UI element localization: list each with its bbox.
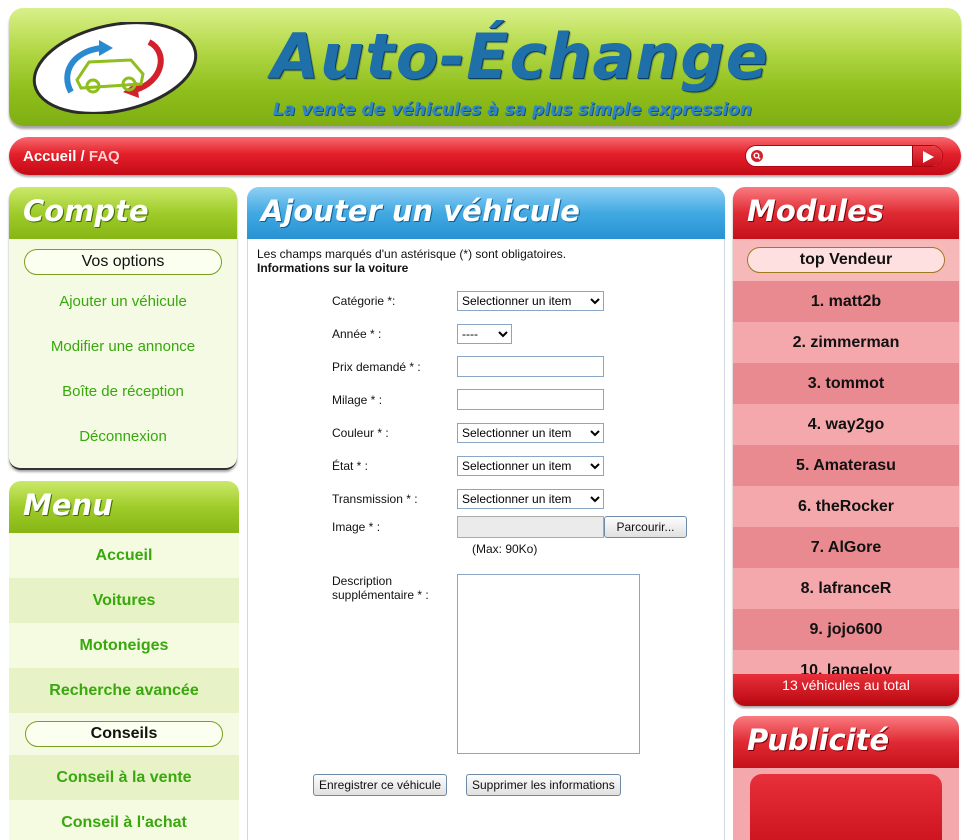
search-submit-button[interactable] [912, 146, 942, 166]
condition-select[interactable]: Selectionner un item [457, 456, 604, 476]
logout-link[interactable]: Déconnexion [9, 414, 237, 459]
menu-item-advanced-search[interactable]: Recherche avancée [9, 668, 239, 713]
category-select[interactable]: Selectionner un item [457, 291, 604, 311]
site-tagline: La vente de véhicules à sa plus simple e… [273, 100, 752, 120]
browse-button[interactable]: Parcourir... [604, 516, 687, 538]
arrow-right-icon [923, 151, 934, 163]
top-seller-label: top Vendeur [747, 247, 945, 273]
account-panel-title: Compte [9, 187, 237, 239]
seller-row[interactable]: 3. tommot [733, 363, 959, 404]
modules-panel-title: Modules [733, 187, 959, 239]
menu-panel-title: Menu [9, 481, 239, 533]
mileage-input[interactable] [457, 389, 604, 410]
menu-item-snowmobiles[interactable]: Motoneiges [9, 623, 239, 668]
nav-bar: Accueil / FAQ [9, 137, 961, 175]
inbox-link[interactable]: Boîte de réception [9, 369, 237, 414]
year-label: Année * : [332, 327, 382, 341]
seller-row[interactable]: 5. Amaterasu [733, 445, 959, 486]
year-select[interactable]: ---- [457, 324, 512, 344]
breadcrumb: Accueil / FAQ [23, 148, 120, 165]
menu-panel: Menu Accueil Voitures Motoneiges Recherc… [9, 481, 239, 840]
ad-panel: Publicité [733, 716, 959, 840]
search-input[interactable] [768, 148, 908, 164]
conseils-label: Conseils [25, 721, 223, 747]
breadcrumb-separator: / [80, 148, 85, 165]
transmission-label: Transmission * : [332, 492, 418, 506]
seller-row[interactable]: 6. theRocker [733, 486, 959, 527]
ad-banner[interactable] [750, 774, 942, 840]
save-vehicle-button[interactable]: Enregistrer ce véhicule [313, 774, 448, 796]
add-vehicle-panel: Ajouter un véhicule Les champs marqués d… [247, 187, 725, 840]
image-label: Image * : [332, 520, 381, 534]
seller-row[interactable]: 4. way2go [733, 404, 959, 445]
image-file-input[interactable] [457, 516, 604, 538]
color-select[interactable]: Selectionner un item [457, 423, 604, 443]
ad-panel-title: Publicité [733, 716, 959, 768]
site-header: Auto-Échange La vente de véhicules à sa … [9, 8, 961, 126]
account-panel: Compte Vos options Ajouter un véhicule M… [9, 187, 237, 470]
mileage-label: Milage * : [332, 393, 383, 407]
options-label: Vos options [24, 249, 222, 275]
menu-item-selling-advice[interactable]: Conseil à la vente [9, 755, 239, 800]
conseils-header: Conseils [9, 713, 239, 755]
seller-row[interactable]: 7. AlGore [733, 527, 959, 568]
breadcrumb-faq-link[interactable]: FAQ [89, 148, 120, 165]
color-label: Couleur * : [332, 426, 389, 440]
description-label: Description supplémentaire * : [332, 574, 429, 602]
site-brand: Auto-Échange [271, 20, 769, 93]
modules-panel: Modules top Vendeur 1. matt2b 2. zimmerm… [733, 187, 959, 706]
menu-item-buying-advice[interactable]: Conseil à l'achat [9, 800, 239, 840]
menu-item-home[interactable]: Accueil [9, 533, 239, 578]
seller-row[interactable]: 1. matt2b [733, 281, 959, 322]
edit-listing-link[interactable]: Modifier une annonce [9, 324, 237, 369]
transmission-select[interactable]: Selectionner un item [457, 489, 604, 509]
price-label: Prix demandé * : [332, 360, 421, 374]
add-vehicle-title: Ajouter un véhicule [247, 187, 725, 239]
category-label: Catégorie *: [332, 294, 396, 308]
menu-item-cars[interactable]: Voitures [9, 578, 239, 623]
condition-label: État * : [332, 459, 369, 473]
search-box [745, 145, 943, 167]
seller-row[interactable]: 8. lafranceR [733, 568, 959, 609]
seller-row[interactable]: 9. jojo600 [733, 609, 959, 650]
seller-row[interactable]: 2. zimmerman [733, 322, 959, 363]
section-heading: Informations sur la voiture [257, 261, 409, 275]
clear-form-button[interactable]: Supprimer les informations [466, 774, 621, 796]
description-textarea[interactable] [457, 574, 640, 754]
search-icon [751, 150, 763, 162]
vehicle-total: 13 véhicules au total [733, 674, 959, 706]
image-max-size: (Max: 90Ko) [472, 542, 538, 556]
site-logo[interactable] [31, 21, 199, 115]
breadcrumb-home-link[interactable]: Accueil [23, 148, 76, 165]
price-input[interactable] [457, 356, 604, 377]
add-vehicle-link[interactable]: Ajouter un véhicule [9, 279, 237, 324]
required-note: Les champs marqués d'un astérisque (*) s… [257, 247, 567, 261]
